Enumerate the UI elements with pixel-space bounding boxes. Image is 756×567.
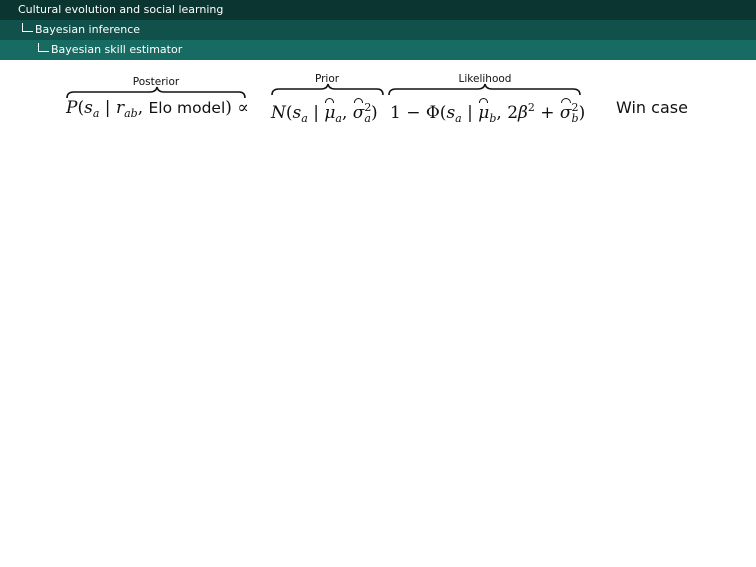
section-title: Cultural evolution and social learning	[18, 3, 224, 16]
prior-brace	[271, 83, 384, 96]
posterior-expression: P(sa | rab, Elo model) ∝	[66, 98, 249, 120]
subsection-title: Bayesian inference	[35, 23, 141, 36]
bayes-equation: Posterior Prior Likelihood P(sa | rab, E…	[0, 62, 756, 132]
prior-expression: N(sa | μa, σ2a)	[271, 98, 378, 125]
tree-elbow-icon	[22, 23, 33, 32]
header-section-bar: Cultural evolution and social learning	[0, 0, 756, 20]
likelihood-expression: 1 − Φ(sa | μb, 2β2 + σ2b)	[390, 98, 586, 125]
tree-elbow-icon	[38, 43, 49, 52]
likelihood-brace	[388, 83, 581, 96]
header-subsubsection-bar: Bayesian skill estimator	[0, 40, 756, 60]
case-label: Win case	[616, 98, 688, 117]
header-subsection-bar: Bayesian inference	[0, 20, 756, 40]
subsubsection-title: Bayesian skill estimator	[51, 43, 183, 56]
